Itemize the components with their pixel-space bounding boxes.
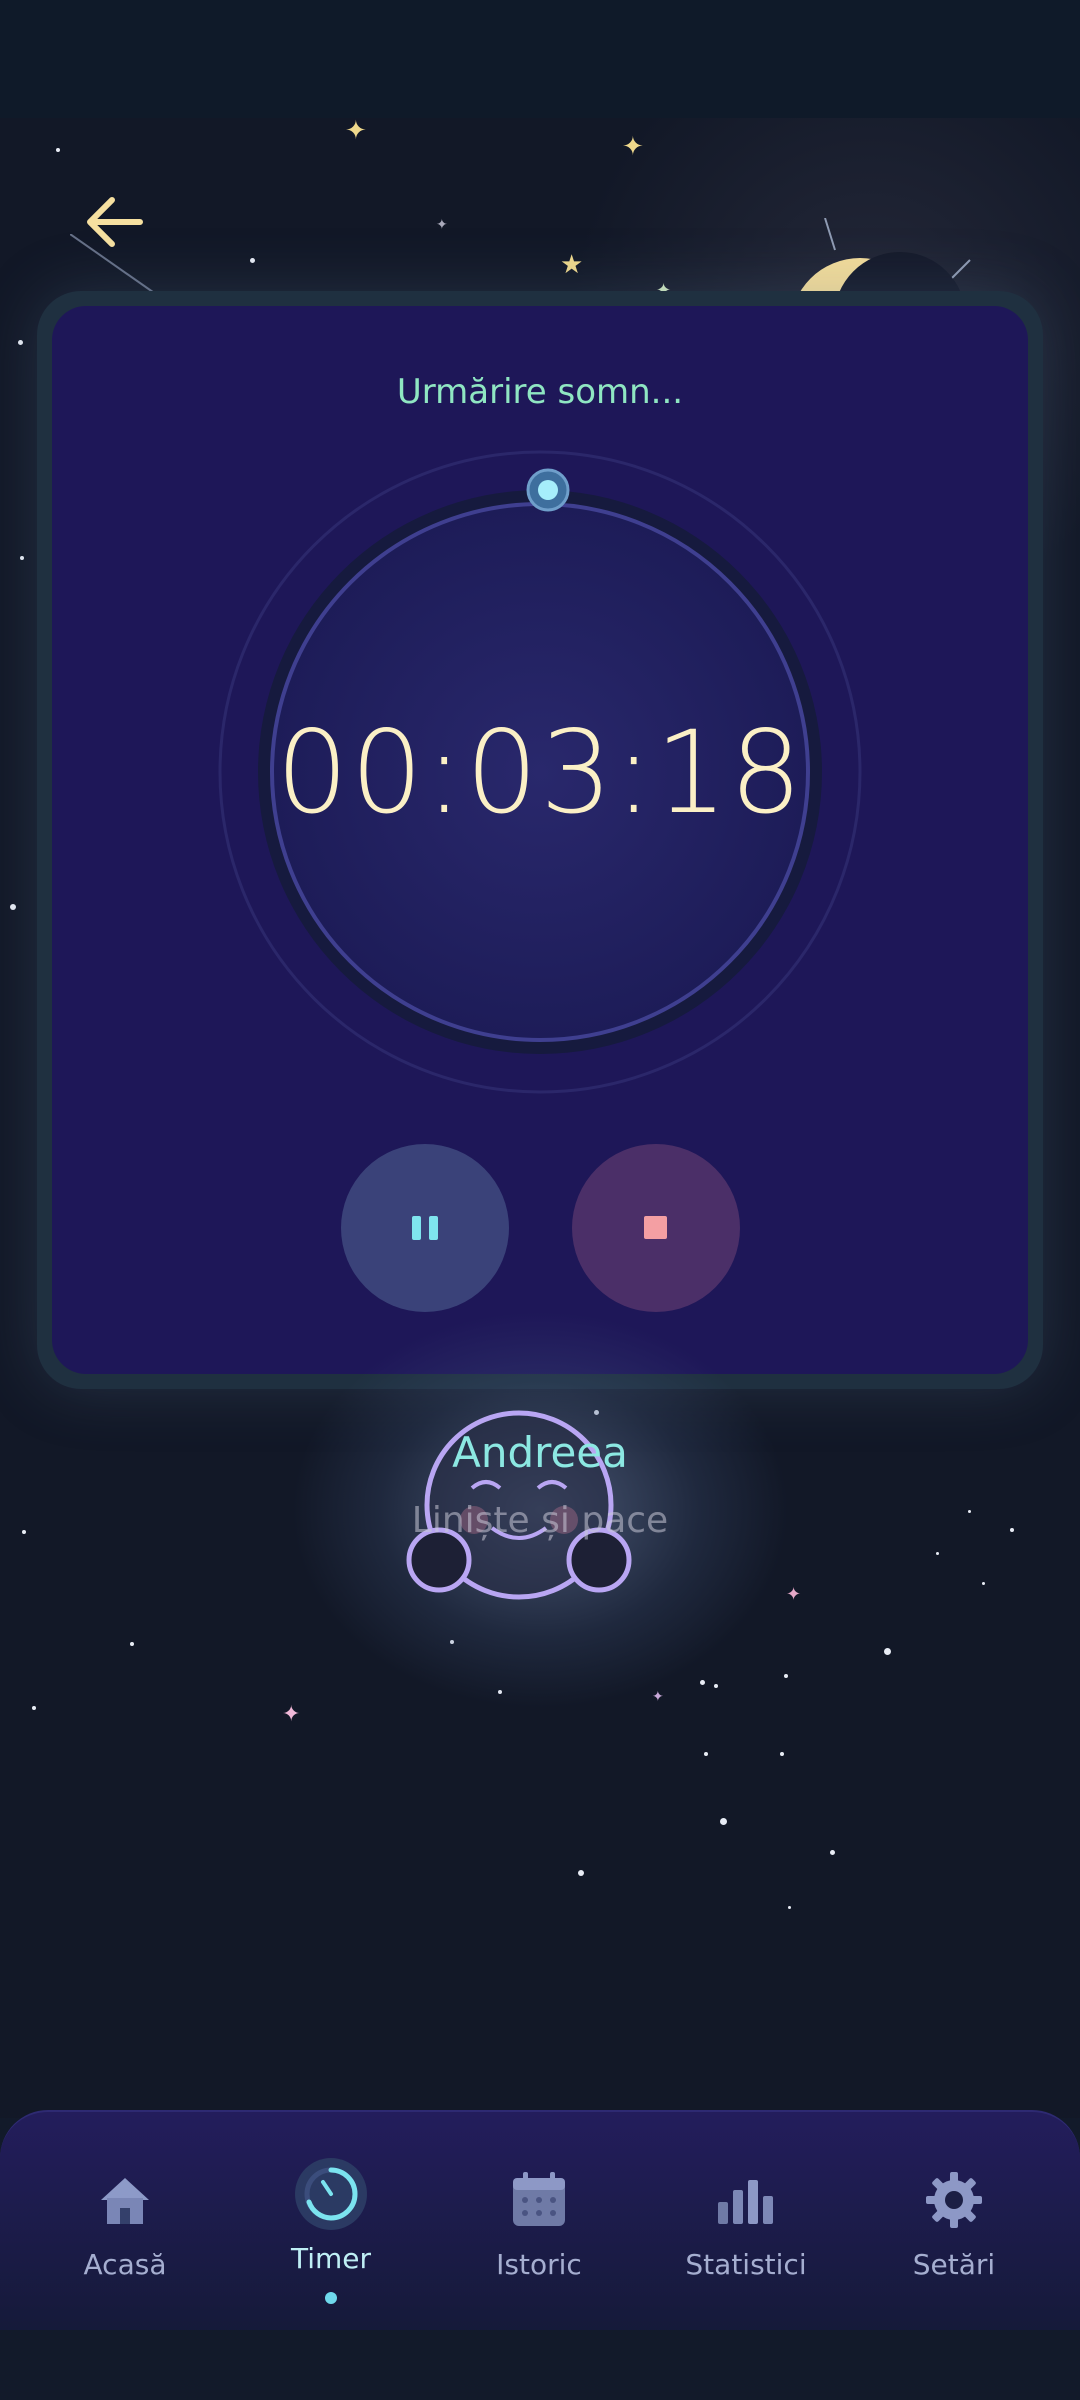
home-icon: [101, 2178, 149, 2224]
system-nav-area: [0, 2330, 1080, 2400]
timer-icon: [295, 2158, 367, 2230]
bar-chart-icon: [718, 2180, 773, 2224]
stop-icon: [644, 1216, 667, 1239]
gear-icon: [926, 2172, 982, 2228]
user-subtitle: Liniște și pace: [411, 1500, 669, 1541]
nav-label-history: Istoric: [496, 2248, 582, 2281]
elapsed-time: 00:03:18: [276, 706, 804, 839]
nav-label-home: Acasă: [83, 2248, 167, 2281]
nav-item-settings[interactable]: Setări: [864, 2112, 1044, 2322]
nav-label-settings: Setări: [912, 2248, 996, 2281]
active-indicator: [325, 2292, 337, 2304]
stop-button[interactable]: [572, 1144, 740, 1312]
nav-item-history[interactable]: Istoric: [449, 2112, 629, 2322]
pause-icon: [412, 1216, 438, 1240]
nav-label-timer: Timer: [290, 2242, 372, 2275]
tracking-card: Urmărire somn... 00:03:18: [52, 306, 1028, 1374]
nav-item-statistics[interactable]: Statistici: [656, 2112, 836, 2322]
nav-item-timer[interactable]: Timer: [241, 2112, 421, 2322]
nav-label-statistics: Statistici: [685, 2248, 807, 2281]
pause-button[interactable]: [341, 1144, 509, 1312]
arrow-left-icon: [87, 197, 143, 247]
calendar-icon: [513, 2172, 565, 2226]
nav-item-home[interactable]: Acasă: [35, 2112, 215, 2322]
bottom-navigation: Acasă Timer Istoric Statistici Setări: [0, 2110, 1080, 2332]
back-button[interactable]: [82, 190, 152, 254]
user-name: Andreea: [452, 1428, 628, 1477]
status-bar: [0, 0, 1080, 118]
